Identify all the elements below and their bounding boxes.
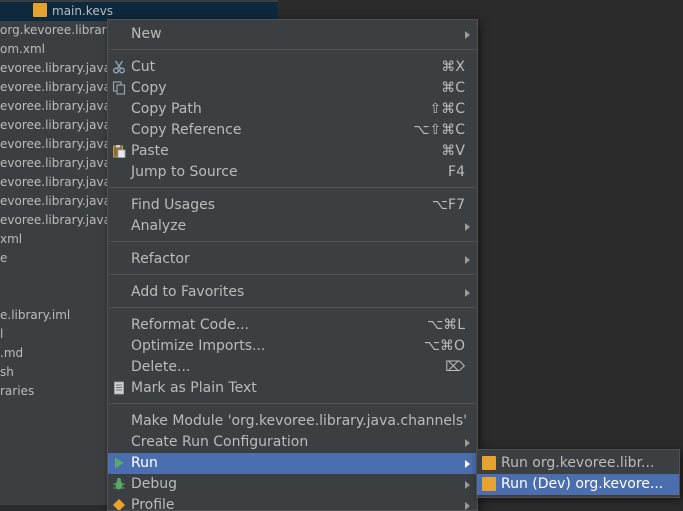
menu-item-create-run-configuration[interactable]: Create Run Configuration [108, 432, 477, 453]
kevs-file-icon [33, 3, 47, 17]
submenu-arrow-icon [465, 439, 470, 447]
menu-item-jump-to-source[interactable]: Jump to Source F4 [108, 162, 477, 183]
menu-item-add-to-favorites[interactable]: Add to Favorites [108, 282, 477, 303]
submenu-arrow-icon [465, 502, 470, 510]
submenu-arrow-icon [465, 289, 470, 297]
tree-item[interactable]: evoree.library.java [0, 78, 111, 97]
scissors-icon [113, 60, 125, 74]
menu-item-make-module[interactable]: Make Module 'org.kevoree.library.java.ch… [108, 411, 477, 432]
submenu-arrow-icon [465, 223, 470, 231]
submenu-item-run-kevs[interactable]: Run org.kevoree.libr... [477, 453, 679, 474]
submenu-item-run-dev-kevs[interactable]: Run (Dev) org.kevore... [477, 474, 679, 495]
tree-item[interactable]: e [0, 249, 7, 268]
kevs-run-dev-icon [482, 477, 496, 491]
tree-item[interactable]: evoree.library.java [0, 135, 111, 154]
run-icon [115, 457, 124, 469]
menu-item-reformat-code[interactable]: Reformat Code... ⌥⌘L [108, 315, 477, 336]
tree-item[interactable]: .md [0, 344, 23, 363]
menu-item-delete[interactable]: Delete... ⌦ [108, 357, 477, 378]
menu-separator [109, 49, 476, 50]
tree-item[interactable]: evoree.library.java [0, 59, 111, 78]
submenu-arrow-icon [465, 31, 470, 39]
context-menu: New Cut ⌘X Copy ⌘C Copy Path ⇧⌘C Copy Re… [107, 19, 478, 511]
menu-item-find-usages[interactable]: Find Usages ⌥F7 [108, 195, 477, 216]
paste-icon [113, 145, 126, 158]
tree-item[interactable]: raries [0, 382, 34, 401]
tree-item[interactable]: evoree.library.java [0, 211, 111, 230]
tree-item[interactable]: om.xml [0, 40, 45, 59]
tree-item-main-kevs[interactable]: main.kevs [33, 2, 113, 21]
menu-separator [109, 241, 476, 242]
plain-text-file-icon [114, 381, 124, 395]
tree-item[interactable]: evoree.library.java [0, 116, 111, 135]
menu-separator [109, 307, 476, 308]
run-submenu: Run org.kevoree.libr... Run (Dev) org.ke… [476, 449, 680, 498]
menu-item-analyze[interactable]: Analyze [108, 216, 477, 237]
menu-item-copy[interactable]: Copy ⌘C [108, 78, 477, 99]
menu-item-refactor[interactable]: Refactor [108, 249, 477, 270]
kevs-run-icon [482, 456, 496, 470]
menu-separator [109, 274, 476, 275]
tree-item[interactable]: sh [0, 363, 14, 382]
menu-separator [109, 187, 476, 188]
menu-item-debug[interactable]: Debug [108, 474, 477, 495]
tree-item[interactable]: evoree.library.java [0, 173, 111, 192]
menu-item-mark-plain-text[interactable]: Mark as Plain Text [108, 378, 477, 399]
menu-separator [109, 403, 476, 404]
submenu-arrow-icon [465, 460, 470, 468]
menu-item-new[interactable]: New [108, 24, 477, 45]
submenu-arrow-icon [465, 481, 470, 489]
tree-item[interactable]: xml [0, 230, 22, 249]
submenu-arrow-icon [465, 256, 470, 264]
menu-item-run[interactable]: Run [108, 453, 477, 474]
copy-icon [112, 81, 126, 95]
debug-bug-icon [113, 478, 125, 490]
menu-item-copy-reference[interactable]: Copy Reference ⌥⇧⌘C [108, 120, 477, 141]
menu-item-copy-path[interactable]: Copy Path ⇧⌘C [108, 99, 477, 120]
tree-item[interactable]: org.kevoree.library.j [0, 21, 119, 40]
tree-item[interactable]: evoree.library.java [0, 154, 111, 173]
menu-item-cut[interactable]: Cut ⌘X [108, 57, 477, 78]
menu-item-profile[interactable]: Profile [108, 495, 477, 510]
tree-item[interactable]: e.library.iml [0, 306, 70, 325]
tree-item[interactable]: l [0, 325, 3, 344]
menu-item-optimize-imports[interactable]: Optimize Imports... ⌥⌘O [108, 336, 477, 357]
tree-item[interactable]: evoree.library.java [0, 192, 111, 211]
menu-item-paste[interactable]: Paste ⌘V [108, 141, 477, 162]
tree-item[interactable]: evoree.library.java [0, 97, 111, 116]
